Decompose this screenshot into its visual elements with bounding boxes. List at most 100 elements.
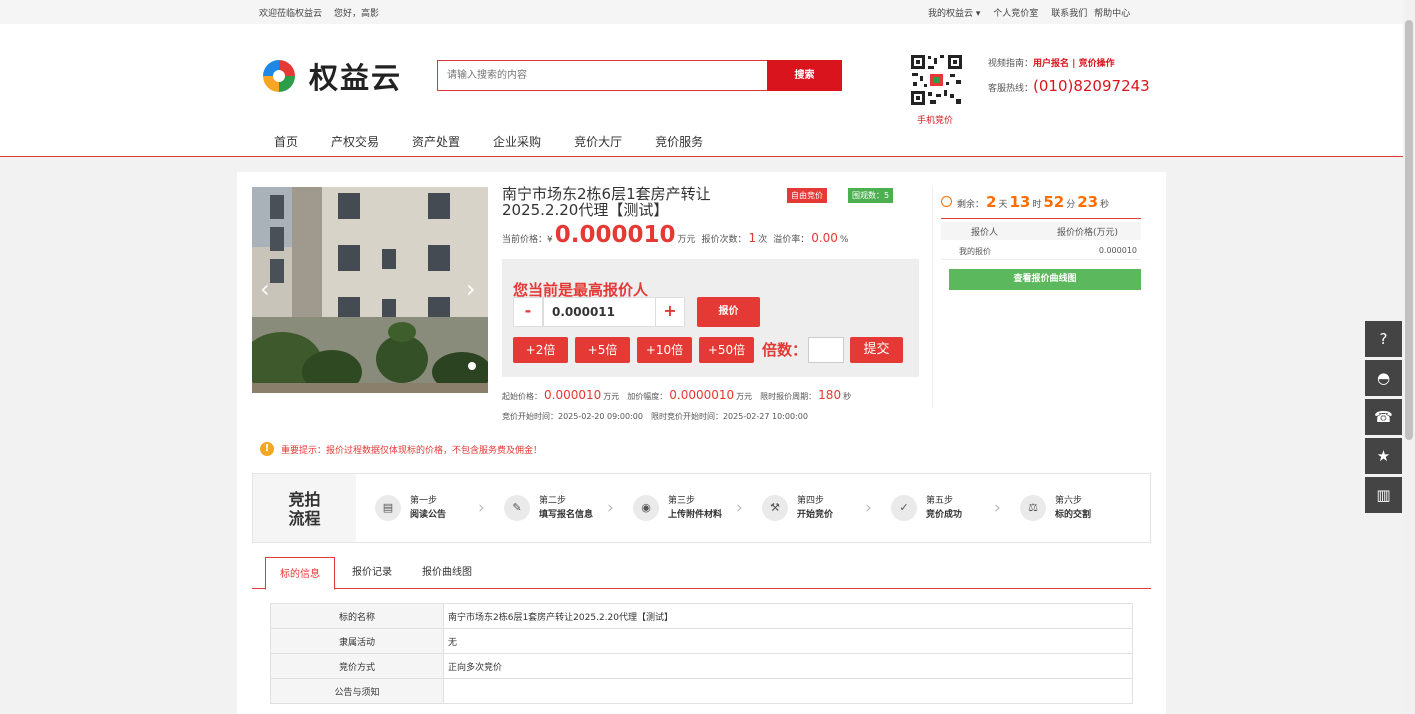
star-icon[interactable]: ★: [1365, 438, 1402, 474]
hotline: 客服热线：(010)82097243: [988, 77, 1150, 95]
scale-icon: ⚖: [1020, 495, 1046, 521]
item-title: 南宁市场东2栋6层1套房产转让2025.2.20代理【测试】: [502, 185, 711, 219]
free-bid-badge: 自由竞价: [787, 188, 827, 203]
increase-button[interactable]: +: [655, 297, 685, 327]
important-notice: ! 重要提示：报价过程数据仅体现标的价格，不包含服务费及佣金！: [260, 442, 542, 456]
qr-label: 手机竞价: [917, 116, 954, 126]
personal-room-link[interactable]: 个人竞价室: [993, 9, 1038, 19]
video-guide: 视频指南：用户报名 | 竞价操作: [988, 59, 1115, 69]
scrollbar-thumb[interactable]: [1405, 20, 1413, 440]
logo-icon: [259, 56, 299, 96]
nav-item-home[interactable]: 首页: [274, 133, 298, 150]
bid-rules: 起始价格： 0.000010 万元 加价幅度： 0.0000010 万元 限时报价周期：…: [502, 388, 852, 402]
step-delivery: ⚖ 第六步 标的交割: [1020, 494, 1091, 522]
qr-code-icon: [910, 54, 963, 106]
scrollbar[interactable]: [1403, 0, 1415, 714]
decrease-button[interactable]: -: [513, 297, 543, 327]
process-label: 竞拍 流程: [253, 474, 356, 542]
auction-process: 竞拍 流程 ▤ 第一步 阅读公告 › ✎ 第二步 填写报名信息 › ◉ 第三步 上传附件材料 …: [252, 473, 1151, 543]
gavel-icon: ⚒: [762, 495, 788, 521]
countdown-seconds: 23: [1077, 193, 1099, 211]
nav-item-asset[interactable]: 资产处置: [412, 133, 460, 150]
chevron-down-icon: ▾: [975, 9, 981, 19]
bid-period: 180: [818, 388, 842, 402]
property-photo: ‹ ›: [252, 187, 488, 393]
clock-icon: [941, 196, 952, 207]
start-price: 0.000010: [544, 388, 602, 402]
header: 权益云 搜索 手机竞价 视频指南：用户报名 | 竞价操作 客服热线：(010)8…: [0, 24, 1403, 157]
table-row: 标的名称 南宁市场东2栋6层1套房产转让2025.2.20代理【测试】: [270, 603, 1133, 629]
countdown: 剩余： 2天 13 时 52 分 23 秒: [941, 193, 1109, 211]
bid-operation-guide-link[interactable]: 竞价操作: [1079, 59, 1115, 69]
view-bid-curve-button[interactable]: 查看报价曲线图: [949, 269, 1141, 290]
price-row: 当前价格：¥ 0.000010 万元 报价次数： 1 次 溢价率： 0.00 %: [502, 222, 849, 248]
logo-text: 权益云: [309, 61, 403, 95]
tab-bid-curve[interactable]: 报价曲线图: [422, 562, 472, 589]
bid-times: 竞价开始时间：2025-02-20 09:00:00 限时竞价开始时间：2025-…: [502, 412, 808, 421]
check-icon: ✓: [891, 495, 917, 521]
welcome-text: 欢迎莅临权益云: [259, 9, 323, 19]
chart-icon[interactable]: ▥: [1365, 477, 1402, 513]
step-success: ✓ 第五步 竞价成功: [891, 494, 962, 522]
document-icon: ▤: [375, 495, 401, 521]
countdown-minutes: 52: [1043, 193, 1065, 211]
help-icon[interactable]: ?: [1365, 321, 1402, 357]
user-greeting[interactable]: 您好，高影: [334, 9, 379, 19]
top-bar: 欢迎莅临权益云 您好，高影 我的权益云 ▾ 个人竞价室 联系我们 帮助中心: [0, 0, 1403, 24]
bid-amount-input[interactable]: 0.000011: [543, 297, 656, 327]
wechat-icon[interactable]: ◓: [1365, 360, 1402, 396]
watch-count-badge: 围观数：5: [848, 188, 894, 203]
multiplier-5x-button[interactable]: +5倍: [575, 337, 630, 363]
search-input[interactable]: [438, 61, 768, 90]
premium-rate: 0.00: [811, 231, 838, 245]
search-button[interactable]: 搜索: [767, 60, 842, 91]
chevron-right-icon: ›: [736, 498, 743, 518]
nav-item-auction-service[interactable]: 竞价服务: [655, 133, 703, 150]
submit-button[interactable]: 提交: [850, 337, 903, 363]
multiplier-2x-button[interactable]: +2倍: [513, 337, 568, 363]
step-fill-info: ✎ 第二步 填写报名信息: [504, 494, 593, 522]
nav-item-procurement[interactable]: 企业采购: [493, 133, 541, 150]
carousel-dot[interactable]: [468, 362, 476, 370]
countdown-days: 2: [986, 193, 997, 211]
nav-item-property[interactable]: 产权交易: [331, 133, 379, 150]
table-row: 竞价方式 正向多次竞价: [270, 653, 1133, 679]
bid-button[interactable]: 报价: [697, 297, 760, 327]
multiplier-10x-button[interactable]: +10倍: [637, 337, 692, 363]
phone-icon[interactable]: ☎: [1365, 399, 1402, 435]
bid-side-panel: 剩余： 2天 13 时 52 分 23 秒 报价人 报价价格(万元) 我的报价 0.0…: [932, 187, 1149, 408]
search-bar: 搜索: [437, 60, 842, 91]
table-row: 我的报价 0.000010: [941, 244, 1141, 260]
contact-link[interactable]: 联系我们: [1051, 9, 1087, 19]
help-link[interactable]: 帮助中心: [1094, 9, 1130, 19]
main-nav: 首页 产权交易 资产处置 企业采购 竞价大厅 竞价服务: [274, 133, 736, 150]
multiplier-50x-button[interactable]: +50倍: [699, 337, 754, 363]
multiple-label: 倍数：: [762, 341, 808, 359]
tab-bid-records[interactable]: 报价记录: [352, 562, 392, 589]
item-info-table: 标的名称 南宁市场东2栋6层1套房产转让2025.2.20代理【测试】 隶属活动无…: [270, 603, 1133, 704]
multiple-input[interactable]: [808, 337, 844, 363]
table-row: 公告与须知: [270, 678, 1133, 704]
chevron-right-icon: ›: [865, 498, 872, 518]
carousel-prev-icon[interactable]: ‹: [260, 275, 270, 303]
user-signup-guide-link[interactable]: 用户报名: [1033, 59, 1069, 69]
warning-icon: !: [260, 442, 274, 456]
tab-item-info[interactable]: 标的信息: [265, 557, 335, 590]
table-row: 隶属活动无: [270, 628, 1133, 654]
step-upload: ◉ 第三步 上传附件材料: [633, 494, 722, 522]
step-read-notice: ▤ 第一步 阅读公告: [375, 494, 446, 522]
carousel-next-icon[interactable]: ›: [466, 275, 476, 303]
bid-count: 1: [748, 231, 757, 245]
step-start-bid: ⚒ 第四步 开始竞价: [762, 494, 833, 522]
logo[interactable]: 权益云: [259, 56, 402, 96]
pencil-icon: ✎: [504, 495, 530, 521]
current-price: 0.000010: [554, 222, 676, 248]
bid-table-header: 报价人 报价价格(万元): [941, 222, 1141, 240]
chevron-right-icon: ›: [994, 498, 1001, 518]
coins-icon: ◉: [633, 495, 659, 521]
increment: 0.0000010: [669, 388, 735, 402]
nav-item-auction-hall[interactable]: 竞价大厅: [574, 133, 622, 150]
detail-tabs: 标的信息 报价记录 报价曲线图: [252, 557, 1151, 590]
my-account-menu[interactable]: 我的权益云 ▾: [928, 9, 980, 19]
chevron-right-icon: ›: [478, 498, 485, 518]
